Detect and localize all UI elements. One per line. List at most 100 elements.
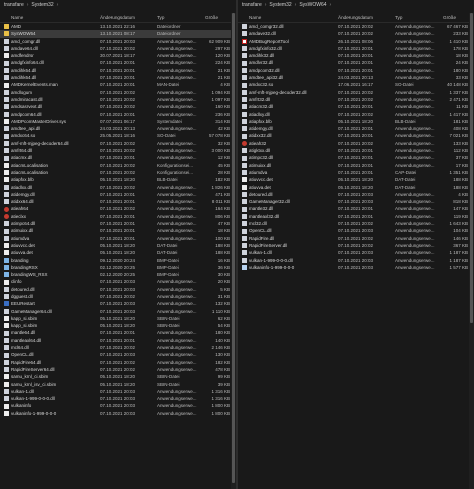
file-row[interactable]: SysWOW64 13.10.2021 08:17 Dateiordner [0,30,236,38]
file-row[interactable]: kapp_si.sbim 05.10.2021 18:20 SBIN-Datei 54… [0,322,236,329]
file-row[interactable]: amdfendrsr 30.07.2021 18:17 Anwendungserwe… [0,52,236,59]
file-row[interactable]: vulkan-1.dll 07.10.2021 20:03 Anwendungser… [238,249,474,256]
file-row[interactable]: amdave32.dll 07.10.2021 20:02 Anwendungser… [238,30,474,37]
file-row[interactable]: atieah32 07.10.2021 20:02 Anwendungserwe..… [238,140,474,147]
file-row[interactable]: mantleaxl64.dll 07.10.2021 20:01 Anwendung… [0,337,236,344]
file-row[interactable]: amf-mft-mjpeg-decoder32.dll 07.10.2021 20… [238,89,474,96]
file-row[interactable]: brandingRSX 02.12.2020 20:25 BMP-Datei 36 K… [0,264,236,271]
file-row[interactable]: kapp_si.sbim 05.10.2021 18:20 SBIN-Datei 62… [0,315,236,322]
file-row[interactable]: atiacmLocalisation 07.10.2021 20:02 Konfig… [0,162,236,169]
breadcrumb-item[interactable]: transfare [4,2,24,8]
column-date-header[interactable]: Änderungsdatum [338,15,373,20]
file-row[interactable]: RapidFire.dll 07.10.2021 20:02 Anwendungse… [238,235,474,242]
file-row[interactable]: amdmiracast.dll 07.10.2021 20:02 Anwendung… [0,96,236,103]
file-row[interactable]: RapidFireServer.dll 07.10.2021 20:02 Anwen… [238,242,474,249]
file-row[interactable]: atimuixx.dll 07.10.2021 20:01 Anwendungser… [0,227,236,234]
file-row[interactable]: atieah64 07.10.2021 20:02 Anwendungserwe..… [0,205,236,212]
file-row[interactable]: atieclxx 07.10.2021 20:01 Anwendungserwe..… [0,213,236,220]
file-row[interactable]: atiumdva 07.10.2021 20:01 Anwendungserwe..… [0,235,236,242]
scrollbar-thumb[interactable] [470,13,473,323]
file-row[interactable]: mantle64.dll 07.10.2021 20:01 Anwendungser… [0,329,236,336]
file-row[interactable]: clinfo 07.10.2021 20:03 Anwendungserwe... 2… [0,278,236,285]
scrollbar-thumb[interactable] [232,13,235,483]
file-row[interactable]: atimuixx.dll 07.10.2021 20:01 Anwendungser… [238,162,474,169]
file-row[interactable]: atiumdva 07.10.2021 20:01 CAP-Datei 1 351 K… [238,169,474,176]
column-size-header[interactable]: Größe [205,15,218,20]
file-row[interactable]: atiadlxx.dll 07.10.2021 20:02 Anwendungser… [0,184,236,191]
file-row[interactable]: amdgfxinfo64.dll 07.10.2021 20:01 Anwendun… [0,59,236,66]
file-row[interactable]: mcl32.dll 07.10.2021 20:02 Anwendungserwe.… [238,220,474,227]
file-row[interactable]: mantleaxl32.dll 07.10.2021 20:01 Anwendung… [238,213,474,220]
file-row[interactable]: detoured.dll 07.10.2021 20:03 Anwendungser… [0,286,236,293]
file-row[interactable]: AMDBugReportTool 26.10.2021 08:06 Anwendun… [238,38,474,45]
file-row[interactable]: atiacmx.dll 07.10.2021 20:01 Anwendungserw… [0,154,236,161]
file-row[interactable]: mcl64.dll 07.10.2021 20:02 Anwendungserwe.… [0,344,236,351]
file-row[interactable]: amdxc64.so 25.05.2021 18:16 SO-Datei 57 078… [0,132,236,139]
breadcrumb-item[interactable]: System32 [269,2,291,8]
file-row[interactable]: atiacm32.dll 07.10.2021 20:01 Anwendungser… [238,103,474,110]
file-row[interactable]: GameManager32.dll 07.10.2021 20:03 Anwendu… [238,198,474,205]
file-row[interactable]: atidxx64.dll 07.10.2021 20:01 Anwendungser… [0,198,236,205]
file-row[interactable]: amdihk32.dll 07.10.2021 20:01 Anwendungser… [238,52,474,59]
file-row[interactable]: atiuvva.det 05.10.2021 18:20 DAT-Datei 188 … [238,184,474,191]
column-size-header[interactable]: Größe [443,15,456,20]
file-row[interactable]: vulkan-1.dll 07.10.2021 20:03 Anwendungser… [0,388,236,395]
file-row[interactable]: amfrt64.dll 07.10.2021 20:02 Anwendungserw… [0,147,236,154]
file-row[interactable]: vulkan-1-999-0-0-0.dll 07.10.2021 20:03 An… [238,257,474,264]
file-row[interactable]: amdgfxinfo32.dll 07.10.2021 20:01 Anwendun… [238,45,474,52]
file-row[interactable]: vulkaninfo 07.10.2021 20:03 Anwendungserwe… [0,402,236,409]
file-row[interactable]: branding 09.12.2020 20:24 BMP-Datei 16 KB [0,257,236,264]
file-row[interactable]: amd_comgr32.dll 07.10.2021 20:02 Anwendung… [238,23,474,30]
file-row[interactable]: amdpcom64.dll 07.10.2021 20:01 Anwendungse… [0,111,236,118]
file-row[interactable]: AMDKernelEvents.man 07.10.2021 20:01 MAN-D… [0,81,236,88]
file-row[interactable]: atiuvva.det 05.10.2021 18:20 DAT-Datei 188 … [0,249,236,256]
column-type-header[interactable]: Typ [157,15,164,20]
vertical-scrollbar[interactable] [469,13,474,489]
file-row[interactable]: amdlogum 07.10.2021 20:02 Anwendungserwe..… [0,89,236,96]
file-row[interactable]: GameManager64.dll 07.10.2021 20:03 Anwendu… [0,308,236,315]
file-row[interactable]: atiapfxx.blb 05.10.2021 18:20 BLB-Datei 181… [238,118,474,125]
column-name-header[interactable]: Name [11,15,23,20]
column-date-header[interactable]: Änderungsdatum [100,15,135,20]
file-row[interactable]: atidemgy.dll 07.10.2021 20:01 Anwendungser… [238,125,474,132]
file-row[interactable]: amd_comgr.dll 07.10.2021 20:03 Anwendungse… [0,38,236,45]
file-row[interactable]: amdihk64.dll 07.10.2021 20:01 Anwendungser… [0,67,236,74]
file-row[interactable]: atiuvvcc.det 05.10.2021 18:20 DAT-Datei 188… [0,242,236,249]
file-row[interactable]: RapidFire64.dll 07.10.2021 20:02 Anwendung… [0,359,236,366]
file-row[interactable]: atidemgy.dll 07.10.2021 20:01 Anwendungser… [0,191,236,198]
file-row[interactable]: OpenCL.dll 07.10.2021 20:03 Anwendungserwe… [0,351,236,358]
file-row[interactable]: atiacmLocalisation 07.10.2021 20:02 Konfig… [0,169,236,176]
file-row[interactable]: amdpcom32.dll 07.10.2021 20:01 Anwendungse… [238,67,474,74]
file-row[interactable]: samu_krnl_isv_ci.sbim 05.10.2021 18:20 SBI… [0,381,236,388]
file-row[interactable]: AMD 13.10.2021 22:16 Dateiordner [0,23,236,30]
file-row[interactable]: amf-mft-mjpeg-decoder64.dll 07.10.2021 20… [0,140,236,147]
file-row[interactable]: detoured.dll 07.10.2021 20:03 Anwendungser… [238,191,474,198]
file-row[interactable]: amdtee_api.dll 24.03.2021 20:13 Anwendungs… [0,125,236,132]
file-row[interactable]: amdlvr32.dll 07.10.2021 20:01 Anwendungser… [238,59,474,66]
file-row[interactable]: atiuvvcc.det 05.10.2021 18:20 DAT-Datei 188… [238,176,474,183]
file-row[interactable]: amdsasrvext.dll 07.10.2021 20:02 Anwendung… [0,103,236,110]
file-row[interactable]: amdave64.dll 07.10.2021 20:02 Anwendungser… [0,45,236,52]
file-row[interactable]: atiadlxy.dll 07.10.2021 20:02 Anwendungser… [238,111,474,118]
file-row[interactable]: vulkaninfo-1-999-0-0-0 07.10.2021 20:03 An… [0,410,236,417]
file-row[interactable]: atigktxx.dll 07.10.2021 20:01 Anwendungser… [238,147,474,154]
breadcrumb-item[interactable]: transfare [242,2,262,8]
column-name-header[interactable]: Name [249,15,261,20]
file-row[interactable]: vulkaninfo-1-999-0-0-0 07.10.2021 20:03 An… [238,264,474,271]
file-row[interactable]: amdihk64.dll 07.10.2021 20:01 Anwendungser… [0,74,236,81]
file-row[interactable]: atimpc64.dll 07.10.2021 20:01 Anwendungser… [0,220,236,227]
file-row[interactable]: amdtee_api32.dll 24.03.2021 20:13 Anwendun… [238,74,474,81]
file-row[interactable]: AMDPcomMasterDriver.sys 07.07.2021 06:17 S… [0,118,236,125]
file-row[interactable]: OpenCL.dll 07.10.2021 20:03 Anwendungserwe… [238,227,474,234]
file-row[interactable]: vulkan-1-999-0-0-0.dll 07.10.2021 20:03 An… [0,395,236,402]
file-row[interactable]: mantle32.dll 07.10.2021 20:01 Anwendungser… [238,205,474,212]
file-row[interactable]: atimpc32.dll 07.10.2021 20:01 Anwendungser… [238,154,474,161]
breadcrumb-item[interactable]: System32 [31,2,53,8]
file-row[interactable]: dgguest.dll 07.10.2021 20:02 Anwendungserw… [0,293,236,300]
file-row[interactable]: samu_krnl_ci.sbim 05.10.2021 18:20 SBIN-Da… [0,373,236,380]
file-row[interactable]: atiapfxx.blb 05.10.2021 18:20 BLB-Datei 182… [0,176,236,183]
file-row[interactable]: EEURestart 07.10.2021 20:03 Anwendungserwe… [0,300,236,307]
file-row[interactable]: RapidFireServer64.dll 07.10.2021 20:02 Anw… [0,366,236,373]
file-row[interactable]: brandingWS_RSX 02.12.2020 20:25 BMP-Datei 3… [0,271,236,278]
breadcrumb-item[interactable]: SysWOW64 [299,2,326,8]
